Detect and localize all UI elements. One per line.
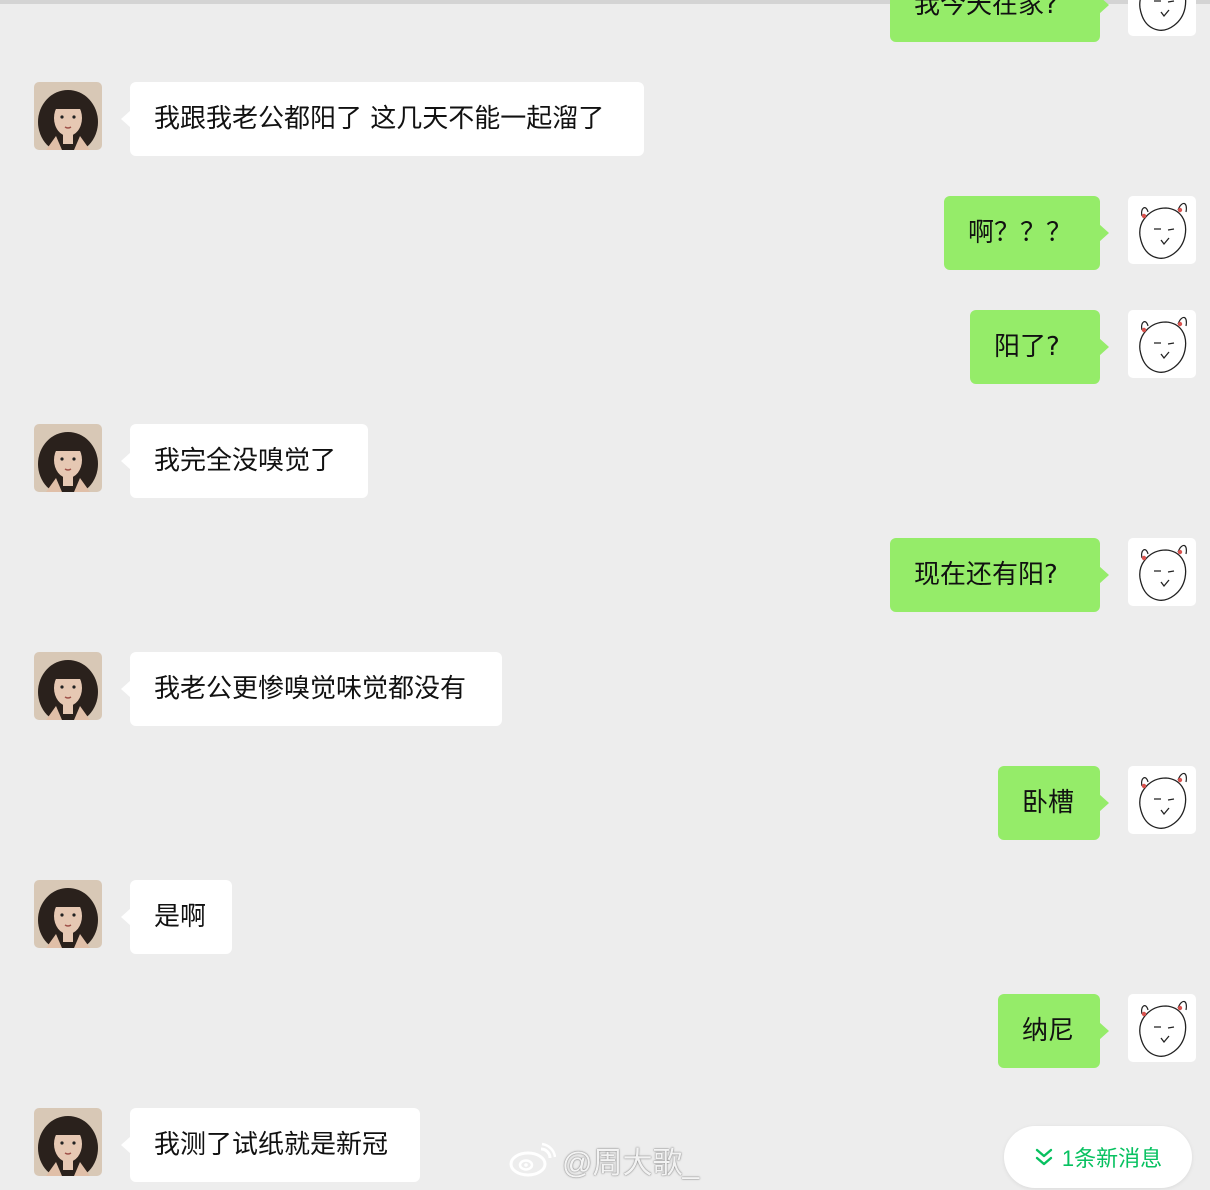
new-messages-label: 1条新消息: [1061, 1146, 1163, 1171]
sketch-face-icon: [1139, 1000, 1187, 1057]
message-text: 纳尼: [1022, 1016, 1075, 1046]
message-bubble-contact[interactable]: 是啊: [121, 880, 232, 954]
message-bubble-self[interactable]: 啊？？？: [944, 196, 1109, 270]
message-bubble-self[interactable]: 现在还有阳?: [890, 538, 1109, 612]
contact-photo: [34, 82, 102, 150]
self-avatar[interactable]: [1128, 310, 1196, 378]
message-text: 我今天在家?: [914, 0, 1058, 20]
weibo-logo: [509, 1142, 556, 1177]
message-bubble-self[interactable]: 阳了?: [970, 310, 1109, 384]
message-text: 卧槽: [1022, 788, 1075, 818]
contact-photo: [34, 880, 102, 948]
contact-avatar[interactable]: [34, 1108, 102, 1176]
watermark: @周大歌_: [508, 1138, 699, 1182]
contact-avatar[interactable]: [34, 424, 102, 492]
message-text: 我跟我老公都阳了 这几天不能一起溜了: [154, 104, 605, 134]
message-bubble-self[interactable]: 我今天在家?: [890, 0, 1109, 42]
message-text: 阳了?: [994, 332, 1060, 362]
message-bubble-contact[interactable]: 我跟我老公都阳了 这几天不能一起溜了: [121, 82, 644, 156]
message-bubble-contact[interactable]: 我完全没嗅觉了: [121, 424, 368, 498]
message-text: 现在还有阳?: [914, 560, 1058, 590]
self-avatar[interactable]: [1128, 538, 1196, 606]
message-text: 我测了试纸就是新冠: [154, 1130, 389, 1160]
message-text: 啊？？？: [968, 218, 1073, 248]
message-text: 我老公更惨嗅觉味觉都没有: [154, 674, 467, 704]
double-chevron-down-icon: [1035, 1148, 1053, 1166]
message-bubble-self[interactable]: 卧槽: [998, 766, 1109, 840]
contact-avatar[interactable]: [34, 82, 102, 150]
contact-avatar[interactable]: [34, 652, 102, 720]
sketch-face-icon: [1139, 202, 1187, 259]
self-avatar[interactable]: [1128, 0, 1196, 36]
message-bubble-contact[interactable]: 我测了试纸就是新冠: [121, 1108, 420, 1182]
contact-avatar[interactable]: [34, 880, 102, 948]
sketch-face-icon: [1139, 772, 1187, 829]
self-avatar[interactable]: [1128, 766, 1196, 834]
contact-photo: [34, 424, 102, 492]
sketch-face-icon: [1139, 316, 1187, 373]
self-avatar[interactable]: [1128, 196, 1196, 264]
watermark-text: @周大歌_: [562, 1147, 700, 1180]
contact-photo: [34, 652, 102, 720]
self-avatar[interactable]: [1128, 994, 1196, 1062]
chat-message-list[interactable]: 我今天在家? 我跟我老公都阳了 这几天不能一起溜了 啊？？？ 阳了? 我完全没嗅…: [0, 0, 1210, 1190]
sketch-face-icon: [1139, 0, 1187, 31]
message-bubble-self[interactable]: 纳尼: [998, 994, 1109, 1068]
message-bubble-contact[interactable]: 我老公更惨嗅觉味觉都没有: [121, 652, 502, 726]
message-text: 我完全没嗅觉了: [154, 446, 337, 476]
message-text: 是啊: [154, 902, 207, 932]
contact-photo: [34, 1108, 102, 1176]
sketch-face-icon: [1139, 544, 1187, 601]
new-messages-pill[interactable]: 1条新消息: [1004, 1126, 1192, 1188]
